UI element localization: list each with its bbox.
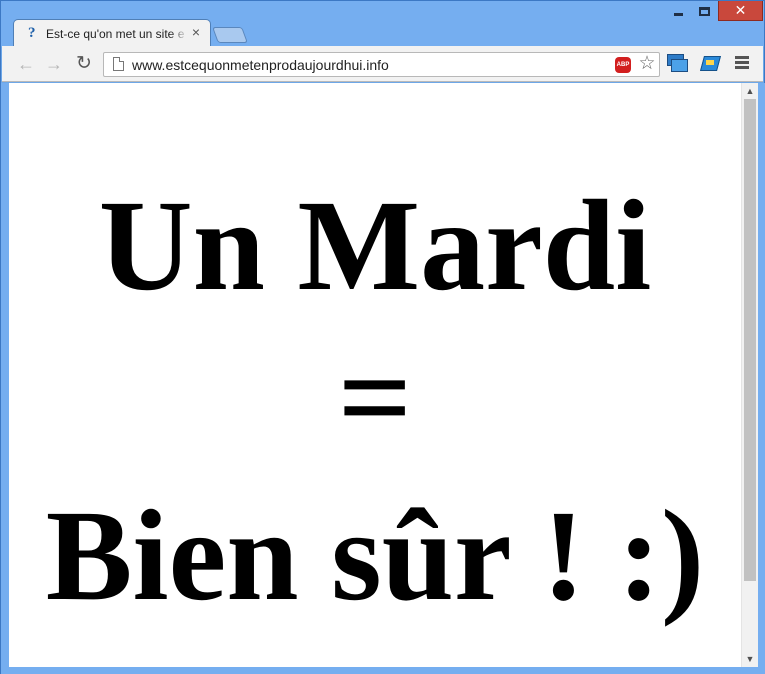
- headline-day: Un Mardi: [98, 174, 652, 318]
- maximize-icon: [698, 6, 710, 16]
- minimize-icon: [673, 12, 683, 16]
- tab-active[interactable]: ? Est-ce qu'on met un site e ×: [13, 19, 211, 47]
- adblock-icon[interactable]: ABP: [615, 57, 631, 73]
- page-viewport: Un Mardi = Bien sûr ! :): [9, 83, 741, 667]
- bookmark-star-icon[interactable]: ☆: [637, 54, 657, 74]
- forward-button[interactable]: →: [44, 54, 64, 74]
- scroll-thumb[interactable]: [744, 99, 756, 581]
- headline-equals: =: [337, 326, 413, 470]
- frame-left: [1, 83, 9, 674]
- browser-window: ? Est-ce qu'on met un site e × ✕ ← → ↻ w…: [0, 0, 765, 674]
- close-icon: ✕: [734, 2, 747, 19]
- menu-icon[interactable]: [735, 56, 749, 70]
- headline-answer: Bien sûr ! :): [45, 484, 705, 628]
- scroll-up-icon[interactable]: ▲: [742, 83, 758, 99]
- scroll-down-icon[interactable]: ▼: [742, 651, 758, 667]
- browser-toolbar: ← → ↻ www.estcequonmetenprodaujourdhui.i…: [2, 46, 763, 82]
- frame-right: [758, 83, 765, 674]
- tab-close-icon[interactable]: ×: [189, 24, 203, 40]
- close-window-button[interactable]: ✕: [718, 1, 763, 21]
- tab-title-fade: [170, 24, 188, 42]
- new-tab-button[interactable]: [212, 27, 248, 43]
- url-text[interactable]: www.estcequonmetenprodaujourdhui.info: [132, 57, 602, 73]
- page-icon: [113, 57, 124, 71]
- minimize-button[interactable]: [665, 1, 691, 21]
- favicon-icon: ?: [28, 25, 36, 41]
- address-bar[interactable]: www.estcequonmetenprodaujourdhui.info AB…: [103, 52, 660, 77]
- maximize-button[interactable]: [691, 1, 717, 21]
- screenshot-extension-icon[interactable]: [667, 54, 689, 74]
- extension-icon[interactable]: [699, 54, 722, 74]
- back-button[interactable]: ←: [16, 54, 36, 74]
- reload-button[interactable]: ↻: [74, 54, 94, 74]
- frame-bottom: [1, 667, 765, 674]
- vertical-scrollbar[interactable]: ▲ ▼: [741, 83, 758, 667]
